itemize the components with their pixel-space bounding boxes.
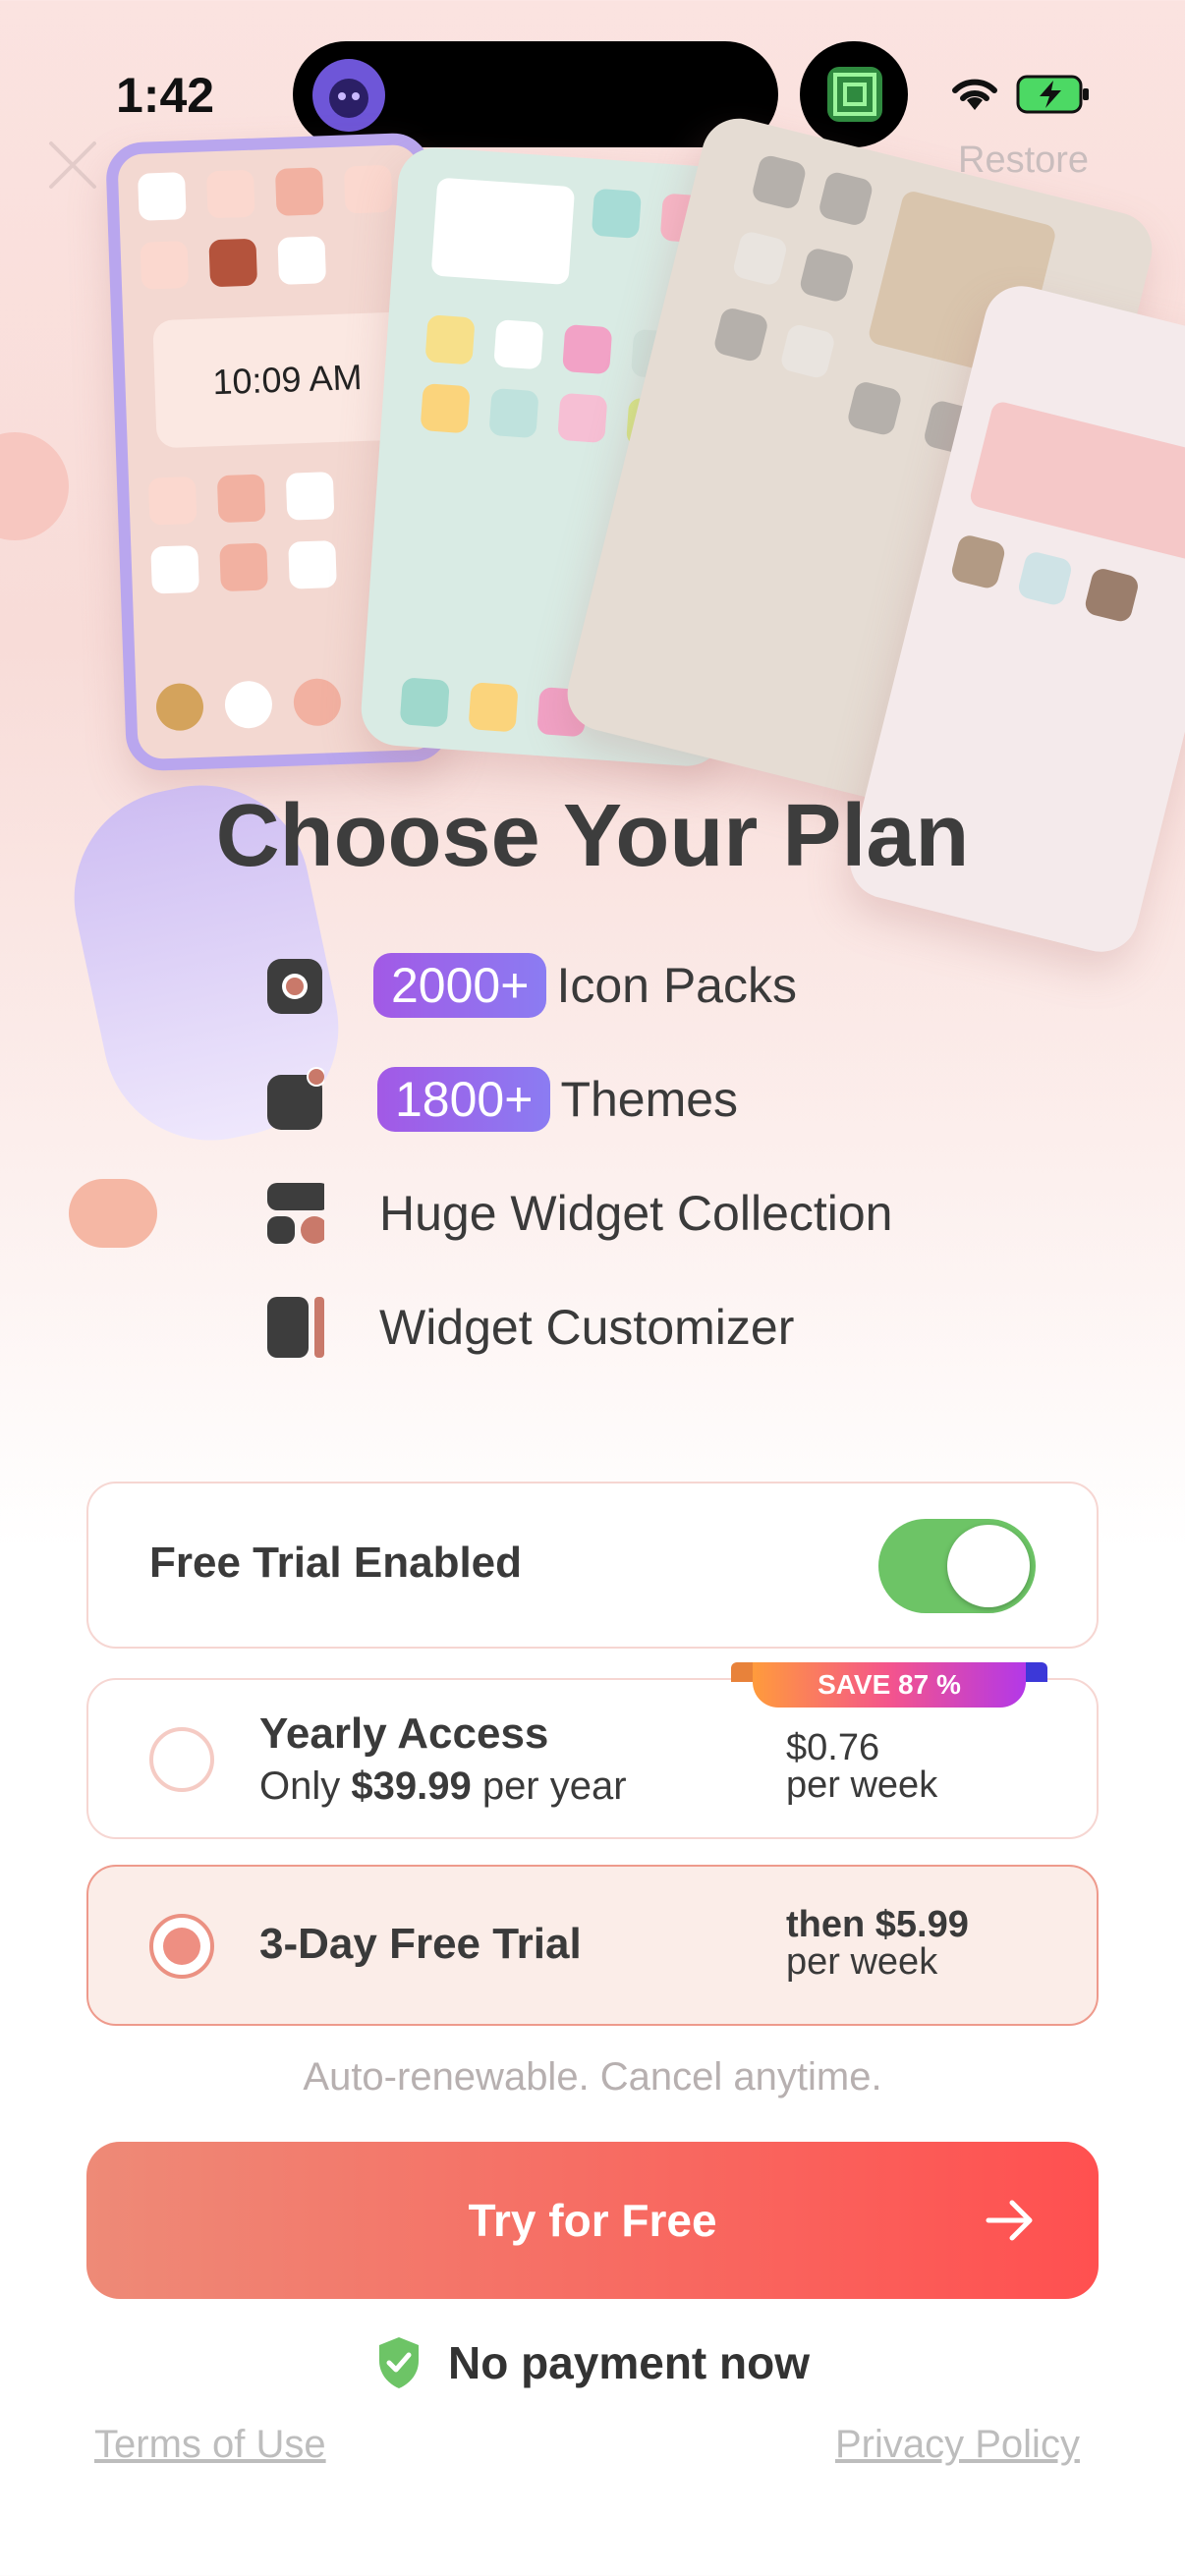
- restore-button[interactable]: Restore: [958, 140, 1089, 182]
- widget-icon: [267, 1183, 324, 1244]
- no-payment-text: No payment now: [447, 2337, 811, 2388]
- maze-app-icon: [827, 67, 882, 122]
- try-for-free-button[interactable]: Try for Free: [86, 2142, 1099, 2299]
- battery-charging-icon: [1016, 75, 1089, 114]
- feature-badge: 1800+: [377, 1067, 551, 1132]
- trial-plan-name: 3-Day Free Trial: [259, 1920, 582, 1968]
- cta-label: Try for Free: [468, 2195, 717, 2246]
- close-icon[interactable]: [41, 134, 104, 196]
- wifi-icon: [952, 79, 997, 110]
- customizer-icon: [267, 1297, 324, 1358]
- icon-pack-icon: [267, 959, 322, 1014]
- feature-label: Widget Customizer: [379, 1300, 795, 1355]
- yearly-plan-subtitle: Only $39.99 per year: [259, 1764, 627, 1808]
- theme-icon: [267, 1067, 324, 1130]
- arrow-right-icon: [986, 2200, 1033, 2241]
- page-title: Choose Your Plan: [215, 787, 970, 885]
- auto-renew-note: Auto-renewable. Cancel anytime.: [303, 2055, 882, 2099]
- plan-option-trial[interactable]: 3-Day Free Trial then $5.99 per week: [86, 1865, 1099, 2026]
- feature-label: Huge Widget Collection: [379, 1186, 893, 1241]
- no-payment-note: No payment now: [0, 2328, 1185, 2397]
- terms-of-use-link[interactable]: Terms of Use: [94, 2423, 326, 2467]
- free-trial-toggle[interactable]: [878, 1519, 1036, 1613]
- privacy-policy-link[interactable]: Privacy Policy: [835, 2423, 1080, 2467]
- toggle-knob: [947, 1525, 1030, 1607]
- save-badge: SAVE 87 %: [731, 1662, 1047, 1708]
- free-trial-label: Free Trial Enabled: [149, 1539, 523, 1587]
- save-badge-label: SAVE 87 %: [753, 1662, 1026, 1708]
- trial-price: then $5.99 per week: [786, 1904, 969, 1983]
- feature-label: Themes: [560, 1072, 739, 1127]
- feature-label: Icon Packs: [556, 958, 797, 1013]
- shield-check-icon: [378, 2337, 419, 2388]
- feature-badge: 2000+: [373, 953, 547, 1018]
- yearly-radio[interactable]: [149, 1727, 214, 1792]
- free-trial-toggle-card[interactable]: Free Trial Enabled: [86, 1482, 1099, 1649]
- trial-radio[interactable]: [149, 1914, 214, 1979]
- status-time: 1:42: [116, 68, 215, 123]
- yearly-plan-name: Yearly Access: [259, 1709, 549, 1758]
- yearly-price: $0.76 per week: [786, 1727, 938, 1806]
